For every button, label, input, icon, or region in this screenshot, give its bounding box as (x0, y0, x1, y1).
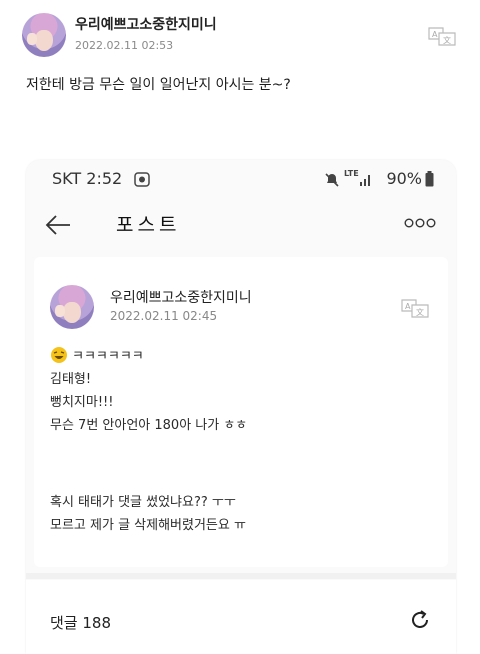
mute-icon (325, 173, 339, 187)
line-spacer (50, 464, 247, 491)
comment-count[interactable]: 댓글 188 (50, 612, 111, 633)
svg-text:文: 文 (416, 307, 424, 317)
status-bar: SKT 2:52 LTE 90% (26, 160, 456, 200)
post-line: 모르고 제가 글 삭제해버렸거든요 ㅠ (50, 518, 246, 533)
line-spacer (50, 437, 247, 464)
avatar[interactable] (22, 13, 66, 57)
post-date: 2022.02.11 02:53 (75, 39, 174, 52)
status-carrier-time: SKT 2:52 (52, 169, 123, 188)
avatar-hand (27, 32, 37, 46)
avatar[interactable] (50, 285, 94, 329)
translate-icon[interactable]: A 文 (400, 297, 430, 319)
signal-icon (360, 175, 370, 186)
post-line: ㅋㅋㅋㅋㅋㅋ (50, 345, 247, 368)
refresh-icon[interactable] (408, 608, 432, 632)
svg-text:A: A (405, 302, 411, 311)
post-line: 뻥치지마!!! (50, 395, 114, 410)
post-line: 김태형! (50, 372, 92, 387)
post-body: 저한테 방금 무슨 일이 일어난지 아시는 분~? (26, 77, 291, 93)
svg-text:A: A (432, 30, 438, 39)
section-divider (26, 573, 456, 579)
avatar-hand (55, 304, 65, 318)
battery-icon (425, 171, 434, 187)
top-nav: 포스트 (26, 200, 456, 250)
laughing-emoji-icon (51, 347, 67, 363)
post-author[interactable]: 우리예쁘고소중한지미니 (75, 14, 217, 34)
post-line-text: ㅋㅋㅋㅋㅋㅋ (72, 349, 144, 364)
post-line: 무슨 7번 안아언아 180아 나가 ㅎㅎ (50, 418, 248, 433)
svg-text:文: 文 (443, 35, 451, 45)
translate-icon[interactable]: A 文 (427, 25, 457, 47)
more-icon[interactable] (404, 217, 436, 229)
page-title: 포스트 (116, 214, 181, 236)
avatar-face (63, 301, 81, 323)
post-content: ㅋㅋㅋㅋㅋㅋ 김태형! 뻥치지마!!! 무슨 7번 안아언아 180아 나가 ㅎ… (50, 345, 247, 537)
back-arrow-icon[interactable] (44, 213, 72, 237)
comment-bar: 댓글 188 (26, 580, 456, 654)
gallery-icon (134, 172, 150, 187)
battery-percent: 90% (386, 169, 422, 188)
post-date: 2022.02.11 02:45 (110, 309, 218, 323)
post-card: 우리예쁘고소중한지미니 2022.02.11 02:45 A 文 ㅋㅋㅋㅋㅋㅋ … (34, 257, 448, 567)
post-line: 혹시 태태가 댓글 썼었냐요?? ㅜㅜ (50, 495, 236, 510)
embedded-screenshot: SKT 2:52 LTE 90% 포스트 우리예쁘고소중한지미니 2022.02… (26, 160, 456, 654)
network-type: LTE (344, 169, 359, 178)
avatar-face (35, 29, 53, 51)
post-author[interactable]: 우리예쁘고소중한지미니 (110, 287, 252, 307)
